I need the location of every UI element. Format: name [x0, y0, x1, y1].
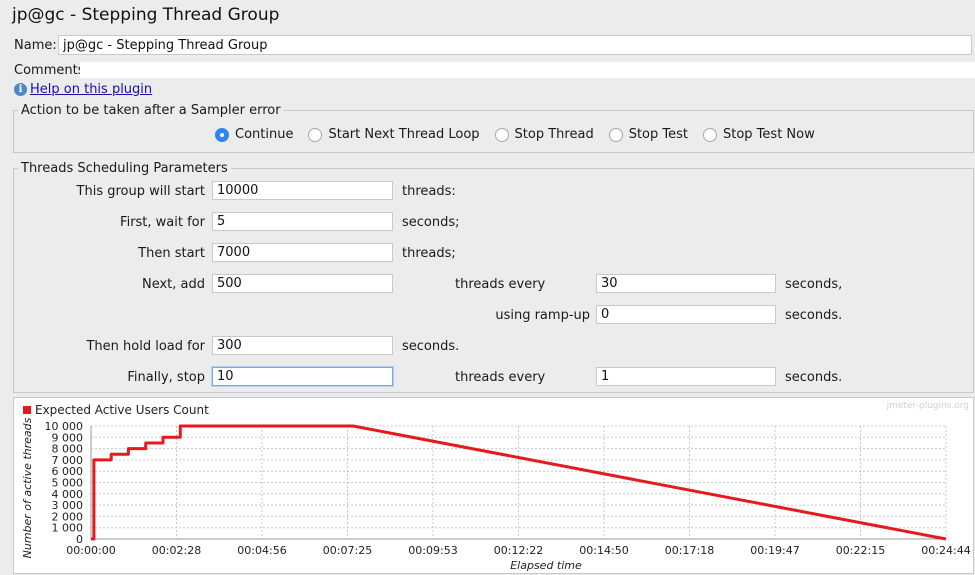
- x-tick-label: 00:22:15: [836, 544, 885, 557]
- scheduling-legend: Threads Scheduling Parameters: [21, 161, 228, 176]
- legend-label: Expected Active Users Count: [35, 403, 209, 417]
- help-link[interactable]: Help on this plugin: [30, 82, 152, 97]
- start-label: This group will start: [76, 184, 205, 199]
- start-threads-input[interactable]: [212, 181, 393, 200]
- hold-input[interactable]: [212, 336, 393, 355]
- wait-seconds-input[interactable]: [212, 212, 393, 231]
- rampup-label: using ramp-up: [495, 308, 590, 323]
- y-tick-label: 7 000: [52, 454, 84, 467]
- name-input[interactable]: [58, 35, 972, 55]
- x-tick-label: 00:24:44: [921, 544, 970, 557]
- watermark: jmeter-plugins.org: [886, 401, 969, 411]
- next-add-every-input[interactable]: [596, 274, 776, 293]
- radio-label: Start Next Thread Loop: [328, 127, 480, 142]
- radio-dot: [703, 127, 717, 142]
- start-unit: threads:: [402, 184, 456, 199]
- active-users-chart: Expected Active Users Count jmeter-plugi…: [13, 397, 974, 574]
- radio-dot: [494, 127, 509, 142]
- radio-label: Stop Test Now: [723, 127, 815, 142]
- radio-stop-thread[interactable]: Stop Thread: [494, 127, 594, 142]
- y-tick-label: 6 000: [52, 465, 84, 478]
- y-tick-label: 10 000: [45, 420, 84, 433]
- stop-every-label: threads every: [455, 370, 546, 385]
- radio-label: Continue: [235, 127, 294, 142]
- radio-dot: [608, 127, 623, 142]
- x-tick-label: 00:14:50: [579, 544, 628, 557]
- next-add-input[interactable]: [212, 274, 393, 293]
- then-start-unit: threads;: [402, 246, 456, 261]
- x-tick-label: 00:00:00: [66, 544, 115, 557]
- y-tick-label: 5 000: [52, 477, 84, 490]
- x-tick-label: 00:07:25: [323, 544, 372, 557]
- stop-label: Finally, stop: [127, 370, 205, 385]
- x-tick-label: 00:02:28: [152, 544, 201, 557]
- rampup-input[interactable]: [596, 305, 776, 324]
- next-add-label: Next, add: [141, 277, 205, 292]
- x-tick-label: 00:12:22: [494, 544, 543, 557]
- rampup-unit: seconds.: [785, 308, 843, 323]
- hold-label: Then hold load for: [86, 339, 205, 354]
- then-start-label: Then start: [138, 246, 205, 261]
- radio-start-next-thread-loop[interactable]: Start Next Thread Loop: [308, 127, 480, 142]
- x-tick-label: 00:04:56: [237, 544, 286, 557]
- x-tick-label: 00:09:53: [408, 544, 457, 557]
- hold-unit: seconds.: [402, 339, 460, 354]
- x-axis-label: Elapsed time: [510, 559, 582, 572]
- next-add-every-label: threads every: [455, 277, 546, 292]
- radio-dot: [308, 127, 323, 142]
- radio-stop-test-now[interactable]: Stop Test Now: [703, 127, 815, 142]
- info-icon: i: [14, 83, 27, 96]
- wait-unit: seconds;: [402, 215, 460, 230]
- sampler-error-options: Continue Start Next Thread Loop Stop Thr…: [215, 127, 830, 142]
- sampler-error-legend: Action to be taken after a Sampler error: [21, 103, 281, 118]
- y-tick-label: 3 000: [52, 499, 84, 512]
- window-title: jp@gc - Stepping Thread Group: [12, 5, 280, 25]
- radio-stop-test[interactable]: Stop Test: [608, 127, 688, 142]
- stop-every-input[interactable]: [596, 367, 776, 386]
- y-tick-label: 2 000: [52, 510, 84, 523]
- x-tick-label: 00:17:18: [665, 544, 714, 557]
- then-start-input[interactable]: [212, 243, 393, 262]
- help-row: i Help on this plugin: [14, 82, 152, 97]
- name-label: Name:: [14, 38, 57, 53]
- comments-field[interactable]: [80, 62, 975, 78]
- radio-label: Stop Thread: [514, 127, 594, 142]
- radio-dot: [215, 127, 229, 142]
- y-tick-label: 9 000: [52, 431, 84, 444]
- next-add-unit: seconds,: [785, 277, 843, 292]
- y-tick-label: 8 000: [52, 443, 84, 456]
- wait-label: First, wait for: [120, 215, 205, 230]
- stop-threads-input[interactable]: [212, 367, 393, 386]
- legend-swatch: [23, 406, 31, 414]
- y-axis-label: Number of active threads: [21, 417, 34, 558]
- x-tick-label: 00:19:47: [750, 544, 799, 557]
- radio-label: Stop Test: [628, 127, 688, 142]
- y-tick-label: 1 000: [52, 522, 84, 535]
- y-tick-label: 4 000: [52, 488, 84, 501]
- radio-continue[interactable]: Continue: [215, 127, 293, 142]
- comments-label: Comments:: [14, 63, 89, 78]
- chart-svg: Expected Active Users Count jmeter-plugi…: [21, 401, 971, 572]
- stop-unit: seconds.: [785, 370, 843, 385]
